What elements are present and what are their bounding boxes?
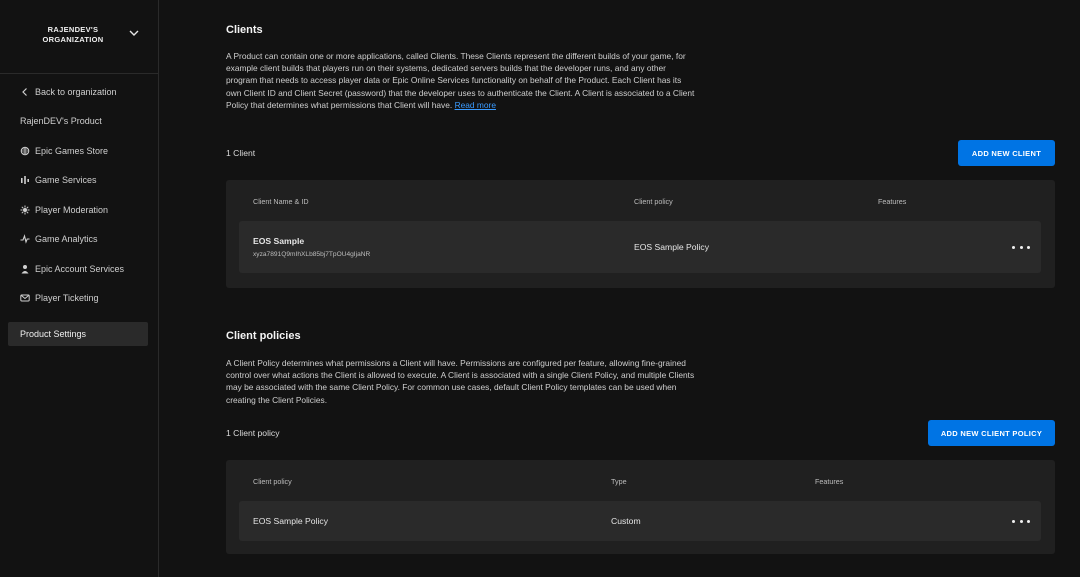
column-header: Type [611, 477, 627, 486]
column-header: Client policy [634, 197, 673, 206]
chevron-down-icon[interactable] [128, 27, 140, 39]
sidebar-item-product-settings[interactable]: Product Settings [8, 322, 148, 346]
services-icon [20, 175, 30, 185]
table-row[interactable]: EOS Sample xyza7891Q9mIhXLb85bj7TpOU4gIj… [239, 221, 1041, 273]
client-name: EOS Sample [253, 236, 305, 246]
client-id: xyza7891Q9mIhXLb85bj7TpOU4gIjaNR [253, 251, 371, 258]
clients-count: 1 Client [226, 148, 256, 158]
policy-type: Custom [611, 516, 641, 526]
moderation-icon [20, 205, 30, 215]
add-new-client-button[interactable]: ADD NEW CLIENT [958, 140, 1055, 166]
sidebar-item-game-services[interactable]: Game Services [8, 168, 148, 192]
account-icon [20, 264, 30, 274]
more-options-icon[interactable] [1012, 242, 1030, 252]
sidebar: RAJENDEV'S ORGANIZATION Back to organiza… [0, 0, 159, 577]
policies-description: A Client Policy determines what permissi… [226, 358, 695, 405]
clients-title: Clients [226, 24, 263, 36]
policies-title: Client policies [226, 330, 301, 342]
client-policy: EOS Sample Policy [634, 242, 709, 252]
policies-table: Client policy Type Features EOS Sample P… [226, 460, 1055, 554]
analytics-icon [20, 234, 30, 244]
sidebar-item-label: Epic Games Store [35, 146, 109, 156]
table-row[interactable]: EOS Sample Policy Custom [239, 501, 1041, 541]
sidebar-item-label: Epic Account Services [35, 264, 125, 274]
column-header: Client Name & ID [253, 197, 309, 206]
sidebar-item-label: Game Analytics [35, 234, 98, 244]
sidebar-item-player-moderation[interactable]: Player Moderation [8, 198, 148, 222]
policy-name: EOS Sample Policy [253, 516, 328, 526]
store-icon [20, 146, 30, 156]
sidebar-item-product[interactable]: RajenDEV's Product [8, 109, 148, 133]
sidebar-item-label: Back to organization [35, 87, 117, 97]
sidebar-item-epic-games-store[interactable]: Epic Games Store [8, 139, 148, 163]
clients-description: A Product can contain one or more applic… [226, 50, 696, 111]
sidebar-item-epic-account-services[interactable]: Epic Account Services [8, 257, 148, 281]
org-name: RAJENDEV'S ORGANIZATION [42, 25, 104, 44]
sidebar-item-label: Game Services [35, 175, 97, 185]
chevron-left-icon [20, 87, 30, 97]
column-header: Features [878, 197, 907, 206]
column-header: Features [815, 477, 844, 486]
sidebar-item-back[interactable]: Back to organization [8, 80, 148, 104]
sidebar-item-label: Player Moderation [35, 205, 109, 215]
org-switcher[interactable]: RAJENDEV'S ORGANIZATION [0, 0, 158, 74]
policies-count: 1 Client policy [226, 428, 280, 438]
sidebar-item-player-ticketing[interactable]: Player Ticketing [8, 286, 148, 310]
sidebar-item-label: Player Ticketing [35, 293, 99, 303]
sidebar-item-label: RajenDEV's Product [20, 116, 102, 126]
sidebar-item-label: Product Settings [20, 329, 87, 339]
read-more-link[interactable]: Read more [455, 100, 496, 110]
column-header: Client policy [253, 477, 292, 486]
clients-table: Client Name & ID Client policy Features … [226, 180, 1055, 288]
ticket-icon [20, 293, 30, 303]
sidebar-item-game-analytics[interactable]: Game Analytics [8, 227, 148, 251]
add-new-client-policy-button[interactable]: ADD NEW CLIENT POLICY [928, 420, 1055, 446]
more-options-icon[interactable] [1012, 516, 1030, 526]
